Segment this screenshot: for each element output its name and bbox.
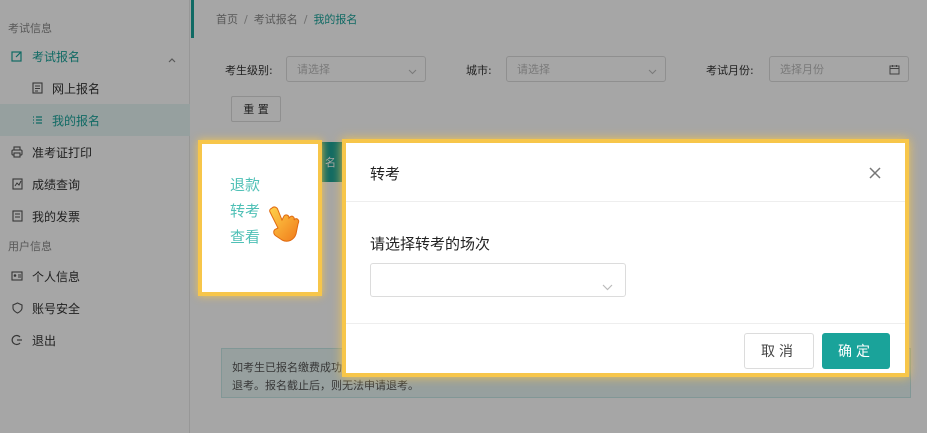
close-icon[interactable]: [867, 165, 883, 181]
confirm-button[interactable]: 确定: [822, 333, 890, 369]
transfer-link[interactable]: 转考: [230, 200, 260, 221]
transfer-dialog: 转考 请选择转考的场次 取消 确定: [342, 139, 909, 377]
refund-link[interactable]: 退款: [230, 174, 260, 195]
dialog-header-divider: [346, 201, 905, 202]
chevron-down-icon: [602, 276, 613, 295]
dialog-title: 转考: [370, 165, 401, 183]
dialog-footer-divider: [346, 323, 905, 324]
pointing-hand-icon: [266, 202, 310, 250]
session-select[interactable]: [370, 263, 626, 297]
cancel-button[interactable]: 取消: [744, 333, 814, 369]
row-actions-highlight: 退款 转考 查看: [198, 140, 322, 296]
dialog-prompt: 请选择转考的场次: [370, 235, 491, 253]
view-link[interactable]: 查看: [230, 226, 260, 247]
